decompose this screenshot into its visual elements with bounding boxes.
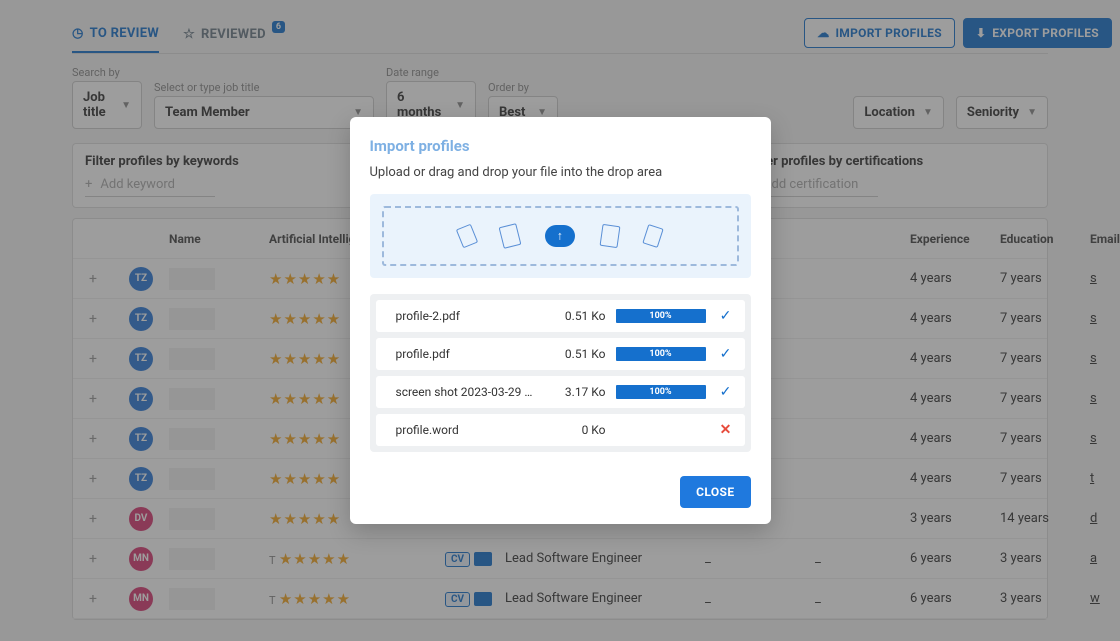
- modal-actions: CLOSE: [370, 476, 751, 508]
- file-status: ✕: [716, 422, 736, 438]
- check-icon: ✓: [720, 384, 732, 400]
- doc-icon: [456, 224, 478, 249]
- uploaded-files-list: profile-2.pdf 0.51 Ko 100% ✓ profile.pdf 0.51…: [370, 294, 751, 452]
- modal-overlay[interactable]: Import profiles Upload or drag and drop …: [0, 0, 1120, 641]
- file-name: profile.word: [396, 423, 536, 437]
- progress-bar: 100%: [616, 385, 706, 399]
- file-size: 0.51 Ko: [546, 309, 606, 323]
- cloud-upload-icon: [545, 225, 575, 247]
- file-size: 3.17 Ko: [546, 385, 606, 399]
- progress-bar: 100%: [616, 309, 706, 323]
- file-status: ✓: [716, 346, 736, 362]
- file-row: profile-2.pdf 0.51 Ko 100% ✓: [376, 300, 745, 332]
- file-status: ✓: [716, 308, 736, 324]
- file-row: screen shot 2023-03-29 a... 3.17 Ko 100% ✓: [376, 376, 745, 408]
- doc-icon: [642, 224, 663, 248]
- file-row: profile.word 0 Ko ✕: [376, 414, 745, 446]
- progress-bar: 100%: [616, 347, 706, 361]
- modal-title: Import profiles: [370, 137, 751, 155]
- file-size: 0 Ko: [546, 423, 606, 437]
- file-name: profile.pdf: [396, 347, 536, 361]
- import-profiles-modal: Import profiles Upload or drag and drop …: [350, 117, 771, 524]
- file-name: profile-2.pdf: [396, 309, 536, 323]
- check-icon: ✓: [720, 308, 732, 324]
- check-icon: ✓: [720, 346, 732, 362]
- file-name: screen shot 2023-03-29 a...: [396, 385, 536, 399]
- file-drop-zone[interactable]: [370, 194, 751, 278]
- modal-subtitle: Upload or drag and drop your file into t…: [370, 165, 751, 180]
- close-button[interactable]: CLOSE: [680, 476, 750, 508]
- file-row: profile.pdf 0.51 Ko 100% ✓: [376, 338, 745, 370]
- error-icon[interactable]: ✕: [720, 422, 732, 438]
- doc-icon: [499, 223, 522, 249]
- drop-inner: [382, 206, 739, 266]
- file-size: 0.51 Ko: [546, 347, 606, 361]
- doc-icon: [600, 224, 621, 248]
- file-status: ✓: [716, 384, 736, 400]
